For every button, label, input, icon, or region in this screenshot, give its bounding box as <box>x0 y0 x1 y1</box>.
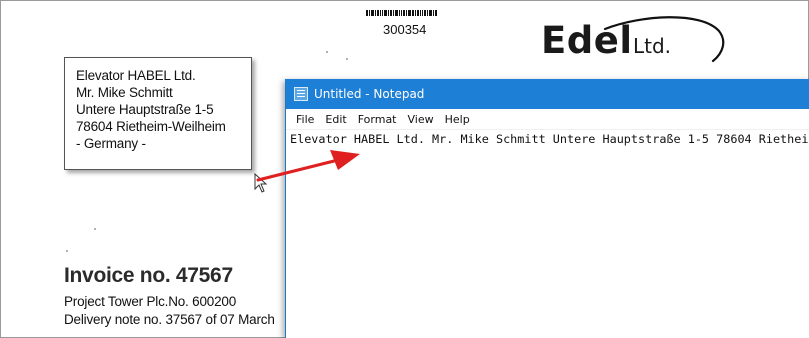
address-box: Elevator HABEL Ltd. Mr. Mike Schmitt Unt… <box>64 57 252 170</box>
invoice-title: Invoice no. 47567 <box>64 264 233 287</box>
barcode-number: 300354 <box>383 22 427 37</box>
scan-speck <box>66 250 68 252</box>
menu-view[interactable]: View <box>403 113 440 126</box>
company-logo: Edel Ltd. <box>541 16 731 64</box>
text-editor-area[interactable]: Elevator HABEL Ltd. Mr. Mike Schmitt Unt… <box>286 130 809 338</box>
barcode <box>366 10 439 16</box>
address-line-country: - Germany - <box>76 136 146 151</box>
menu-bar: File Edit Format View Help <box>286 109 809 130</box>
editor-content[interactable]: Elevator HABEL Ltd. Mr. Mike Schmitt Unt… <box>290 132 809 147</box>
address-line-city: 78604 Rietheim-Weilheim <box>76 119 226 134</box>
menu-file[interactable]: File <box>291 113 320 126</box>
menu-format[interactable]: Format <box>353 113 403 126</box>
scan-speck <box>346 58 348 60</box>
address-line-company: Elevator HABEL Ltd. <box>76 68 196 83</box>
menu-edit[interactable]: Edit <box>320 113 352 126</box>
scan-speck <box>326 51 328 53</box>
address-line-contact: Mr. Mike Schmitt <box>76 85 173 100</box>
logo-swoosh-icon <box>603 16 725 63</box>
notepad-app-icon <box>294 87 308 101</box>
mouse-pointer-icon <box>254 173 268 193</box>
invoice-project-line: Project Tower Plc.No. 600200 <box>64 294 236 309</box>
scan-speck <box>94 228 96 230</box>
notepad-titlebar[interactable]: Untitled - Notepad <box>286 79 809 109</box>
address-line-street: Untere Hauptstraße 1-5 <box>76 102 214 117</box>
window-title: Untitled - Notepad <box>314 87 425 101</box>
menu-help[interactable]: Help <box>440 113 476 126</box>
notepad-window[interactable]: Untitled - Notepad File Edit Format View… <box>285 79 809 338</box>
invoice-delivery-line: Delivery note no. 37567 of 07 March <box>64 312 275 327</box>
